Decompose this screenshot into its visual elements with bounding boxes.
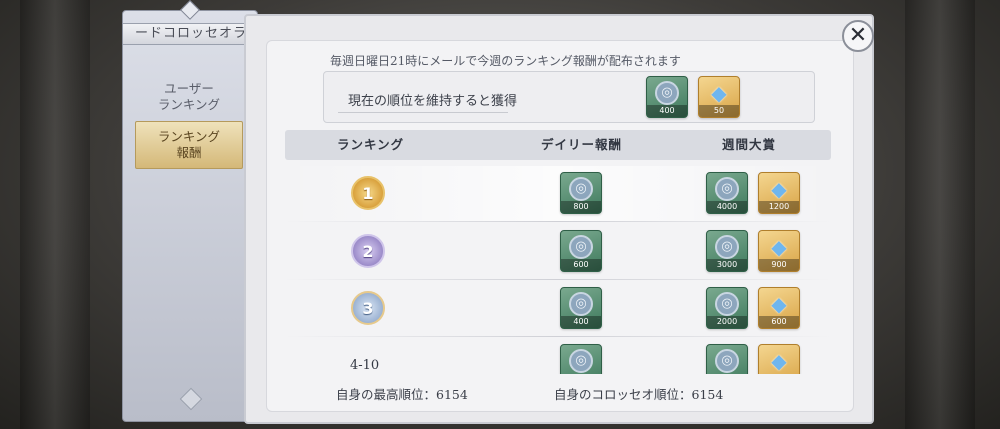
daily-reward-coin[interactable]: ◎ 800 [560, 172, 602, 214]
keep-reward-coin[interactable]: ◎ 400 [646, 76, 688, 118]
weekly-reward-coin[interactable]: ◎ 4000 [706, 172, 748, 214]
reward-quantity: 50 [699, 105, 739, 117]
sidebar: ードコロッセオラ ユーザー ランキング ランキング 報酬 [122, 0, 259, 422]
weekly-reward-gem[interactable]: ◆ 600 [758, 287, 800, 329]
close-icon: ✕ [848, 23, 868, 48]
weekly-reward-coin[interactable]: ◎ 2000 [706, 287, 748, 329]
silver-coin-icon: ◎ [715, 349, 739, 373]
weekly-reward-coin[interactable]: ◎ [706, 344, 748, 374]
colosseum-rank-text: 自身のコロッセオ順位：6154 [554, 387, 724, 402]
table-header: ランキング デイリー報酬 週間大賞 [285, 130, 831, 160]
reward-quantity: 1200 [759, 201, 799, 213]
keep-rank-box: 現在の順位を維持すると獲得 [323, 71, 815, 123]
distribution-notice: 毎週日曜日21時にメールで今週のランキング報酬が配布されます [330, 54, 681, 68]
header-weekly-prize: 週間大賞 [722, 137, 777, 152]
silver-coin-icon: ◎ [569, 292, 593, 316]
close-button[interactable]: ✕ [842, 20, 874, 52]
sidebar-item-user-ranking[interactable]: ユーザー ランキング [135, 73, 243, 121]
silver-coin-icon: ◎ [569, 177, 593, 201]
reward-quantity: 4000 [707, 201, 747, 213]
reward-quantity: 400 [561, 316, 601, 328]
reward-quantity: 600 [759, 316, 799, 328]
silver-coin-icon: ◎ [715, 292, 739, 316]
ornament-icon [180, 0, 200, 20]
header-daily-reward: デイリー報酬 [541, 137, 623, 152]
daily-reward-coin[interactable]: ◎ 400 [560, 287, 602, 329]
rank-range-label: 4-10 [350, 358, 380, 373]
reward-quantity: 2000 [707, 316, 747, 328]
diamond-icon: ◆ [771, 292, 787, 316]
daily-reward-coin[interactable]: ◎ [560, 344, 602, 374]
weekly-reward-gem[interactable]: ◆ 900 [758, 230, 800, 272]
reward-quantity: 900 [759, 259, 799, 271]
rank-2-medal: 2 [351, 234, 385, 268]
silver-coin-icon: ◎ [569, 235, 593, 259]
sidebar-item-ranking-rewards[interactable]: ランキング 報酬 [135, 121, 243, 169]
silver-coin-icon: ◎ [715, 235, 739, 259]
silver-coin-icon: ◎ [655, 81, 679, 105]
keep-rank-label: 現在の順位を維持すると獲得 [348, 94, 518, 109]
background-pillar [20, 0, 90, 429]
reward-quantity: 400 [647, 105, 687, 117]
ranking-list[interactable]: 1 ◎ 800 ◎ 4000 ◆ 1200 2 ◎ 600 ◎ 3000 ◆ 9… [285, 162, 831, 374]
silver-coin-icon: ◎ [715, 177, 739, 201]
reward-quantity: 3000 [707, 259, 747, 271]
diamond-icon: ◆ [711, 81, 727, 105]
weekly-reward-gem[interactable]: ◆ 1200 [758, 172, 800, 214]
diamond-icon: ◆ [771, 235, 787, 259]
diamond-icon: ◆ [771, 177, 787, 201]
weekly-reward-coin[interactable]: ◎ 3000 [706, 230, 748, 272]
best-rank-text: 自身の最高順位：6154 [336, 387, 468, 402]
divider [338, 112, 508, 113]
rank-1-medal: 1 [351, 176, 385, 210]
sidebar-title: ードコロッセオラ [123, 23, 259, 45]
diamond-icon: ◆ [771, 349, 787, 373]
weekly-reward-gem[interactable]: ◆ [758, 344, 800, 374]
reward-quantity: 800 [561, 201, 601, 213]
background-pillar [905, 0, 975, 429]
ornament-icon [179, 387, 203, 411]
silver-coin-icon: ◎ [569, 349, 593, 373]
keep-reward-gem[interactable]: ◆ 50 [698, 76, 740, 118]
reward-quantity: 600 [561, 259, 601, 271]
rank-3-medal: 3 [351, 291, 385, 325]
daily-reward-coin[interactable]: ◎ 600 [560, 230, 602, 272]
header-ranking: ランキング [337, 137, 405, 152]
